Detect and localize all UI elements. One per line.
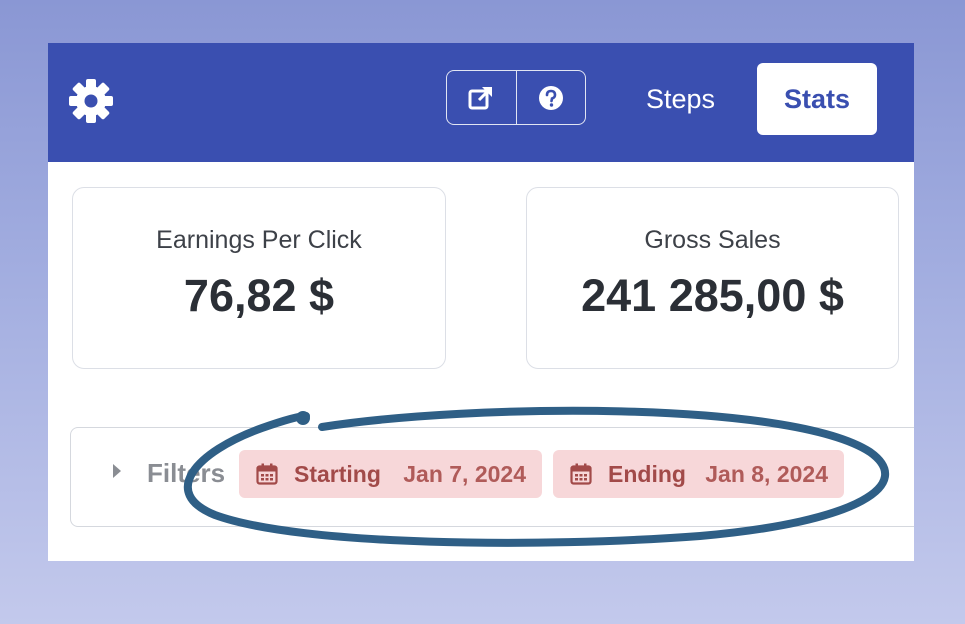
toolbar-button-group: [446, 70, 586, 125]
filters-bar: Filters Starting Jan 7, 2024 Ending Jan …: [70, 427, 914, 527]
external-link-icon: [468, 86, 493, 109]
starting-date-filter[interactable]: Starting Jan 7, 2024: [239, 450, 542, 498]
stats-panel: Steps Stats Earnings Per Click 76,82 $ G…: [48, 43, 914, 561]
metric-label: Earnings Per Click: [156, 226, 362, 254]
tab-stats[interactable]: Stats: [757, 63, 877, 135]
metric-label: Gross Sales: [644, 226, 781, 254]
metric-card-earnings-per-click: Earnings Per Click 76,82 $: [72, 187, 446, 369]
tab-steps[interactable]: Steps: [628, 71, 733, 128]
metric-card-gross-sales: Gross Sales 241 285,00 $: [526, 187, 899, 369]
filters-toggle[interactable]: Filters: [147, 458, 225, 489]
filter-key-starting: Starting: [294, 460, 381, 487]
filter-key-ending: Ending: [608, 460, 686, 487]
metric-value: 241 285,00 $: [581, 270, 844, 321]
calendar-icon: [256, 463, 278, 485]
metric-value: 76,82 $: [183, 270, 335, 321]
gear-icon[interactable]: [66, 76, 116, 126]
calendar-icon: [570, 463, 592, 485]
external-link-button[interactable]: [447, 71, 516, 124]
help-button[interactable]: [515, 71, 586, 124]
filter-date-starting: Jan 7, 2024: [403, 460, 526, 487]
ending-date-filter[interactable]: Ending Jan 8, 2024: [553, 450, 844, 498]
header-bar: Steps Stats: [48, 43, 914, 162]
question-circle-icon: [538, 85, 563, 110]
caret-right-icon[interactable]: [113, 464, 121, 478]
filter-date-ending: Jan 8, 2024: [705, 460, 828, 487]
